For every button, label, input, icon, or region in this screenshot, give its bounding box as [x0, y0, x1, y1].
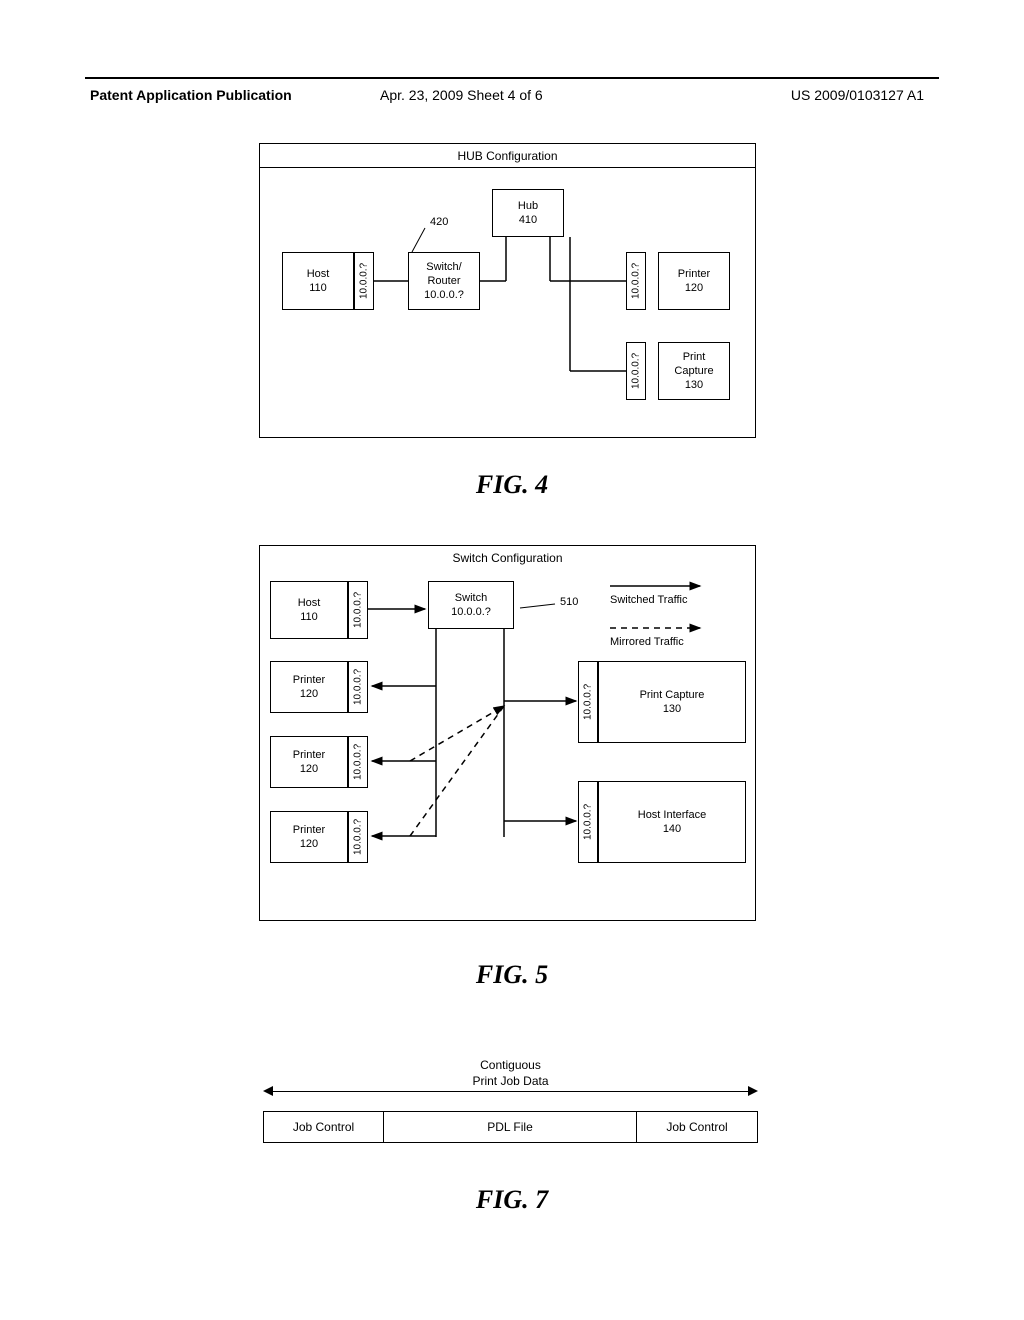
fig4-title: HUB Configuration: [260, 149, 755, 168]
fig4-printer-box: Printer 120: [658, 252, 730, 310]
fig4-caption: FIG. 4: [0, 470, 1024, 500]
fig7-row: Job Control PDL File Job Control: [263, 1111, 758, 1143]
fig7-toplabel-l2: Print Job Data: [472, 1074, 548, 1088]
fig4-switch-l1: Switch/: [426, 260, 461, 274]
fig5-host-ip: 10.0.0.?: [348, 581, 368, 639]
fig5-capture-l2: 130: [663, 702, 681, 716]
fig4-switch-l3: 10.0.0.?: [424, 288, 464, 302]
fig5-printer3-l2: 120: [300, 837, 318, 851]
fig5-printer3-l1: Printer: [293, 823, 325, 837]
fig4-capture-ip: 10.0.0.?: [626, 342, 646, 400]
fig4-printer-l2: 120: [685, 281, 703, 295]
fig5-printer1-l1: Printer: [293, 673, 325, 687]
fig4-hub-l2: 410: [519, 213, 537, 227]
fig5-frame: Switch Configuration Host 110 10.0.0.? S…: [259, 545, 756, 921]
fig4-frame: HUB Configuration Hub 410 Host 110 10.0.…: [259, 143, 756, 438]
fig4-hub-box: Hub 410: [492, 189, 564, 237]
header-rule: [85, 77, 939, 79]
header-right: US 2009/0103127 A1: [791, 87, 924, 103]
fig5-legend-switched: Switched Traffic: [610, 594, 687, 606]
fig4-hub-l1: Hub: [518, 199, 538, 213]
fig5-printer1-ip: 10.0.0.?: [348, 661, 368, 713]
fig5-capture-l1: Print Capture: [640, 688, 705, 702]
fig4-switch-l2: Router: [427, 274, 460, 288]
fig4-host-ip: 10.0.0.?: [354, 252, 374, 310]
fig5-printer2-ip: 10.0.0.?: [348, 736, 368, 788]
fig5-host-l2: 110: [300, 610, 318, 624]
fig4-capture-l1: Print: [683, 350, 706, 364]
fig5-legend-mirrored: Mirrored Traffic: [610, 636, 684, 648]
fig7-toplabel: Contiguous Print Job Data: [263, 1058, 758, 1089]
fig5-switch-l1: Switch: [455, 591, 487, 605]
fig5-printer1-l2: 120: [300, 687, 318, 701]
fig5-capture-ip: 10.0.0.?: [578, 661, 598, 743]
fig5-hostif-box: Host Interface 140: [598, 781, 746, 863]
fig5-capture-box: Print Capture 130: [598, 661, 746, 743]
fig5-switch-l2: 10.0.0.?: [451, 605, 491, 619]
fig4-switch-box: Switch/ Router 10.0.0.?: [408, 252, 480, 310]
fig4-printer-ip: 10.0.0.?: [626, 252, 646, 310]
fig5-printer3-box: Printer 120: [270, 811, 348, 863]
fig5-printer1-box: Printer 120: [270, 661, 348, 713]
fig7-cell-jobcontrol-right: Job Control: [637, 1112, 757, 1142]
header-left: Patent Application Publication: [90, 87, 292, 103]
fig4-capture-l3: 130: [685, 378, 703, 392]
fig4-host-l1: Host: [307, 267, 330, 281]
fig5-hostif-l2: 140: [663, 822, 681, 836]
fig4-host-box: Host 110: [282, 252, 354, 310]
fig5-host-box: Host 110: [270, 581, 348, 639]
fig7-cell-jobcontrol-left: Job Control: [264, 1112, 384, 1142]
fig5-ref-510: 510: [560, 596, 578, 608]
fig5-host-l1: Host: [298, 596, 321, 610]
fig4-ref-420: 420: [430, 216, 448, 228]
fig7-caption: FIG. 7: [0, 1185, 1024, 1215]
fig7-frame: Contiguous Print Job Data Job Control PD…: [263, 1058, 758, 1143]
fig7-span-arrow: [267, 1091, 754, 1105]
fig5-caption: FIG. 5: [0, 960, 1024, 990]
fig5-printer2-box: Printer 120: [270, 736, 348, 788]
fig5-printer2-l1: Printer: [293, 748, 325, 762]
fig5-hostif-ip: 10.0.0.?: [578, 781, 598, 863]
fig7-cell-pdl: PDL File: [384, 1112, 637, 1142]
fig5-title: Switch Configuration: [260, 551, 755, 569]
fig4-capture-l2: Capture: [674, 364, 713, 378]
fig7-toplabel-l1: Contiguous: [480, 1058, 541, 1072]
header-center: Apr. 23, 2009 Sheet 4 of 6: [380, 87, 543, 103]
fig5-printer2-l2: 120: [300, 762, 318, 776]
fig4-capture-box: Print Capture 130: [658, 342, 730, 400]
fig4-host-l2: 110: [309, 281, 327, 295]
fig4-printer-l1: Printer: [678, 267, 710, 281]
fig5-printer3-ip: 10.0.0.?: [348, 811, 368, 863]
fig5-hostif-l1: Host Interface: [638, 808, 706, 822]
fig5-switch-box: Switch 10.0.0.?: [428, 581, 514, 629]
